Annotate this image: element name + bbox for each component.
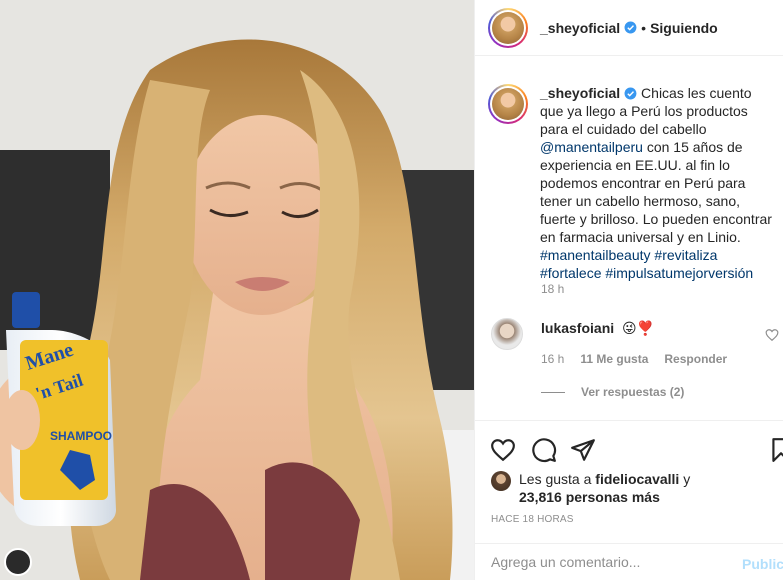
comment-body: lukasfoiani 😜❣️ — [541, 320, 654, 350]
header-username[interactable]: _sheyoficial — [540, 20, 620, 36]
comment-avatar[interactable] — [491, 318, 523, 350]
add-comment-bar: Publicar — [475, 543, 783, 580]
likes-count[interactable]: 23,816 personas más — [519, 489, 660, 505]
post-caption: _sheyoficial Chicas les cuento que ya ll… — [488, 84, 778, 282]
hashtag-link[interactable]: #fortalece — [540, 265, 601, 281]
comment-text: 😜❣️ — [622, 320, 655, 336]
comment-likes[interactable]: 11 Me gusta — [580, 352, 648, 366]
hashtag-link[interactable]: #manentailbeauty — [540, 247, 651, 263]
comment-username[interactable]: lukasfoiani — [541, 320, 614, 336]
view-replies[interactable]: Ver respuestas (2) — [541, 385, 684, 399]
reply-button[interactable]: Responder — [664, 352, 727, 366]
post-header: _sheyoficial • Siguiendo — [475, 0, 783, 56]
separator-dot: • — [641, 19, 647, 36]
likes-summary: Les gusta a fideliocavalli y 23,816 pers… — [491, 470, 690, 506]
tagged-user-icon[interactable] — [4, 548, 32, 576]
comment-like-icon[interactable] — [765, 328, 779, 342]
bookmark-icon[interactable] — [768, 437, 783, 463]
comment-time[interactable]: 16 h — [541, 352, 564, 366]
liker-avatar[interactable] — [491, 471, 511, 491]
heart-icon[interactable] — [490, 437, 516, 463]
mention-link[interactable]: @manentailperu — [540, 139, 643, 155]
view-replies-label: Ver respuestas (2) — [581, 385, 685, 399]
comment-input[interactable] — [491, 554, 721, 570]
avatar[interactable] — [488, 7, 528, 48]
comment-icon[interactable] — [531, 437, 557, 463]
publish-button[interactable]: Publicar — [742, 556, 783, 572]
following-button[interactable]: Siguiendo — [650, 20, 718, 36]
action-bar — [475, 420, 783, 476]
likes-connector: y — [683, 471, 691, 487]
hashtag-link[interactable]: #revitaliza — [654, 247, 717, 263]
caption-username[interactable]: _sheyoficial — [540, 85, 620, 101]
caption-text: _sheyoficial Chicas les cuento que ya ll… — [540, 84, 778, 282]
verified-badge-icon — [624, 21, 637, 34]
post-timestamp[interactable]: HACE 18 HORAS — [491, 514, 574, 525]
share-icon[interactable] — [570, 437, 596, 463]
hashtag-link[interactable]: #impulsatumejorversión — [605, 265, 753, 281]
comment-meta: 16 h 11 Me gusta Responder — [541, 352, 727, 366]
divider — [541, 391, 565, 393]
verified-badge-icon — [624, 87, 637, 100]
caption-timestamp[interactable]: 18 h — [541, 282, 564, 296]
post-photo-illustration: Mane 'n Tail SHAMPOO — [0, 0, 474, 580]
caption-avatar[interactable] — [488, 84, 528, 124]
comment-item: lukasfoiani 😜❣️ — [491, 318, 781, 350]
post-photo[interactable]: Mane 'n Tail SHAMPOO — [0, 0, 474, 580]
liker-username[interactable]: fideliocavalli — [595, 471, 679, 487]
likes-prefix: Les gusta a — [519, 471, 592, 487]
post-sidebar: _sheyoficial • Siguiendo _sheyoficial Ch… — [474, 0, 783, 580]
svg-text:SHAMPOO: SHAMPOO — [50, 429, 112, 443]
